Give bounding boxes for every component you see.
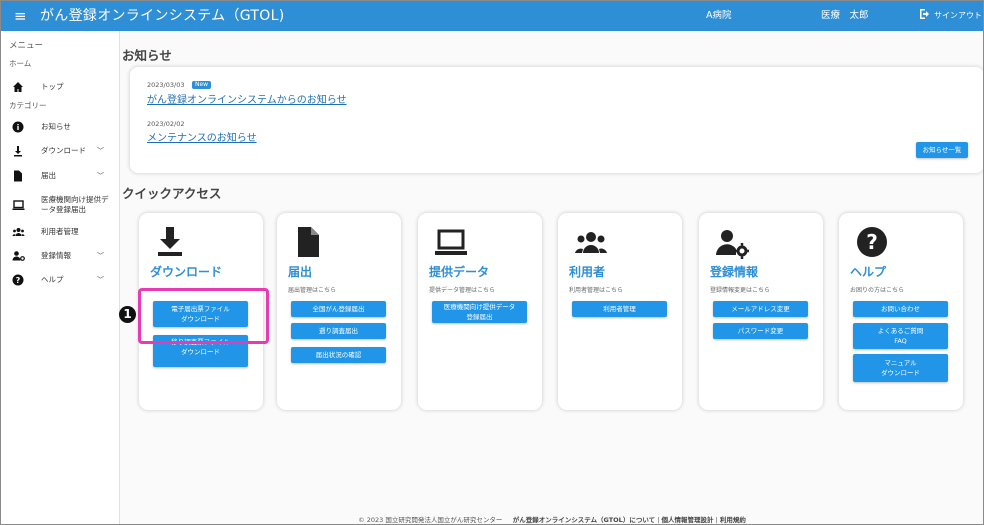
news-list-button[interactable]: お知らせ一覧 (916, 142, 968, 158)
email-change-button[interactable]: メールアドレス変更 (713, 301, 808, 317)
sidebar-item-help[interactable]: ? ヘルプ ﹀ (1, 272, 119, 292)
news-date: 2023/03/03 (147, 81, 185, 89)
footer-link-about[interactable]: がん登録オンラインシステム（GTOL）について (513, 516, 655, 524)
footer-separator: | (715, 516, 718, 524)
app-header: ≡ がん登録オンラインシステム（GTOL) A病院 医療 太郎 サインアウト (1, 1, 983, 31)
sidebar-item-label: ダウンロード (41, 146, 86, 155)
chevron-down-icon: ﹀ (97, 252, 104, 260)
signout-icon[interactable] (919, 8, 931, 23)
users-icon (574, 225, 607, 259)
home-icon (11, 81, 25, 95)
national-cancer-registration-button[interactable]: 全国がん登録届出 (291, 301, 386, 317)
svg-text:?: ? (866, 230, 878, 254)
quick-access-heading: クイックアクセス (122, 186, 222, 201)
news-card: 2023/03/03 New がん登録オンラインシステムからのお知らせ 2023… (130, 67, 983, 173)
submission-status-button[interactable]: 届出状況の確認 (291, 347, 386, 363)
sidebar-item-label: お知らせ (41, 122, 71, 131)
help-card: ? ヘルプ お困りの方はこちら お問い合わせ よくあるご質問 FAQ マニュアル… (839, 213, 963, 410)
submission-card: 届出 届出管理はこちら 全国がん登録届出 遡り調査届出 届出状況の確認 (277, 213, 401, 410)
users-icon (11, 226, 25, 240)
sidebar-item-provided-data[interactable]: 医療機関向け提供デ ータ登録届出 (1, 193, 119, 219)
card-title: 利用者 (569, 265, 606, 279)
svg-text:?: ? (16, 276, 21, 285)
signout-button[interactable]: サインアウト (934, 10, 982, 22)
sidebar-item-label: 利用者管理 (41, 227, 79, 236)
download-icon (11, 145, 25, 159)
sidebar-item-label: 届出 (41, 171, 56, 180)
info-icon (11, 121, 25, 135)
document-icon (11, 170, 25, 184)
user-settings-icon (11, 250, 25, 264)
retrospective-survey-button[interactable]: 遡り調査届出 (291, 323, 386, 339)
card-subtitle: お困りの方はこちら (850, 287, 905, 294)
chevron-down-icon: ﹀ (97, 147, 104, 155)
app-window: ≡ がん登録オンラインシステム（GTOL) A病院 医療 太郎 サインアウト メ… (0, 0, 984, 525)
news-date: 2023/02/02 (147, 120, 185, 128)
news-heading: お知らせ (122, 48, 172, 63)
faq-button[interactable]: よくあるご質問 FAQ (853, 323, 948, 349)
help-icon: ? (11, 274, 25, 288)
news-link[interactable]: メンテナンスのお知らせ (147, 129, 257, 144)
new-badge: New (192, 81, 212, 89)
sidebar-item-users[interactable]: 利用者管理 (1, 224, 119, 244)
card-subtitle: 利用者管理はこちら (569, 287, 624, 294)
sidebar-item-label: ヘルプ (41, 275, 64, 284)
step-number-badge: 1 (119, 306, 136, 323)
sidebar-item-news[interactable]: お知らせ (1, 119, 119, 139)
registration-info-card: 登録情報 登録情報変更はこちら メールアドレス変更 パスワード変更 (699, 213, 823, 410)
highlight-box (138, 288, 269, 344)
password-change-button[interactable]: パスワード変更 (713, 323, 808, 339)
hospital-name: A病院 (706, 10, 732, 21)
menu-heading: メニュー (9, 41, 44, 51)
user-name[interactable]: 医療 太郎 (821, 10, 869, 22)
footer-link-terms[interactable]: 利用規約 (720, 516, 746, 524)
document-icon (293, 225, 323, 259)
footer-separator: | (657, 516, 660, 524)
card-subtitle: 提供データ管理はこちら (429, 287, 496, 294)
sidebar-item-registration[interactable]: 登録情報 ﹀ (1, 248, 119, 268)
card-subtitle: 登録情報変更はこちら (710, 287, 771, 294)
card-title: ダウンロード (150, 265, 223, 279)
app-title: がん登録オンラインシステム（GTOL) (40, 8, 285, 24)
sidebar-item-label: トップ (41, 82, 64, 91)
hamburger-menu-icon[interactable]: ≡ (14, 7, 27, 25)
chevron-down-icon: ﹀ (97, 276, 104, 284)
users-card: 利用者 利用者管理はこちら 利用者管理 (558, 213, 682, 410)
card-title: 登録情報 (710, 265, 759, 279)
contact-button[interactable]: お問い合わせ (853, 301, 948, 317)
laptop-icon (434, 225, 467, 259)
sidebar: メニュー ホーム トップ カテゴリー お知らせ ダウンロード ﹀ 届出 ﹀ 医療… (1, 31, 120, 524)
home-heading: ホーム (9, 59, 32, 68)
news-link[interactable]: がん登録オンラインシステムからのお知らせ (147, 91, 347, 106)
sidebar-item-label: 登録情報 (41, 251, 71, 260)
user-management-button[interactable]: 利用者管理 (572, 301, 667, 317)
card-title: 提供データ (429, 265, 490, 279)
sidebar-item-top[interactable]: トップ (1, 79, 119, 99)
copyright: © 2023 国立研究開発法人国立がん研究センター (358, 516, 503, 524)
help-icon: ? (855, 225, 887, 259)
footer: © 2023 国立研究開発法人国立がん研究センター がん登録オンラインシステム（… (121, 514, 983, 524)
provided-data-card: 提供データ 提供データ管理はこちら 医療機関向け提供データ 登録届出 (418, 213, 542, 410)
user-settings-icon (715, 225, 749, 259)
provided-data-registration-button[interactable]: 医療機関向け提供データ 登録届出 (432, 301, 527, 323)
manual-download-button[interactable]: マニュアル ダウンロード (853, 354, 948, 382)
chevron-down-icon: ﹀ (97, 172, 104, 180)
footer-link-privacy[interactable]: 個人情報管理設計 (661, 516, 713, 524)
sidebar-item-label: 医療機関向け提供デ ータ登録届出 (41, 195, 109, 214)
card-title: 届出 (288, 265, 313, 279)
laptop-icon (11, 199, 25, 213)
download-icon (155, 225, 185, 259)
sidebar-item-submission[interactable]: 届出 ﹀ (1, 168, 119, 188)
card-title: ヘルプ (850, 265, 887, 279)
sidebar-item-download[interactable]: ダウンロード ﹀ (1, 143, 119, 163)
category-heading: カテゴリー (9, 101, 47, 110)
card-subtitle: 届出管理はこちら (288, 287, 337, 294)
